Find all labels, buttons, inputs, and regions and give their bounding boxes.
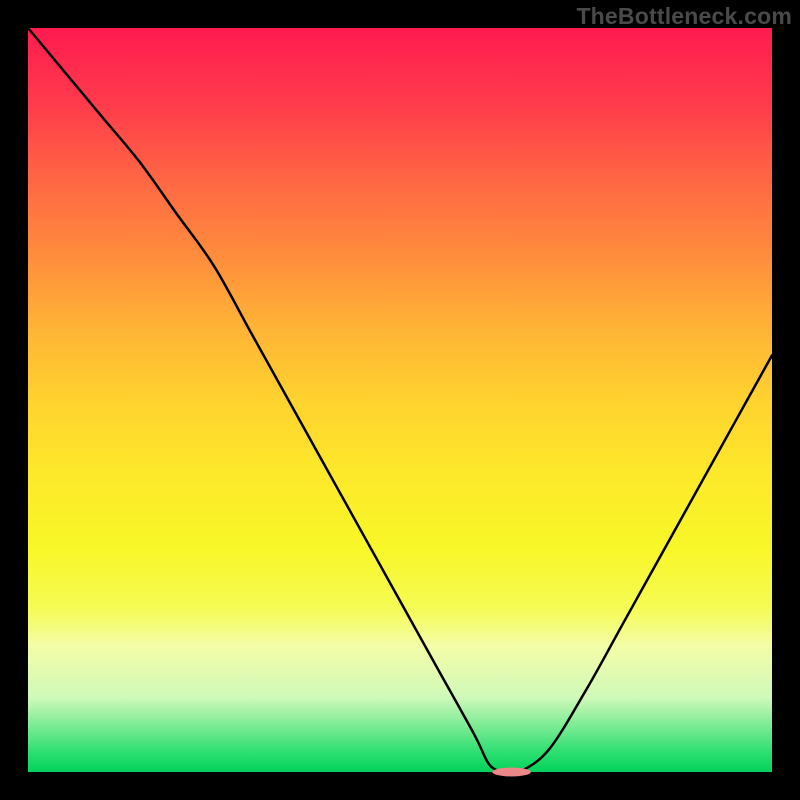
optimum-marker (492, 768, 531, 777)
chart-frame: TheBottleneck.com (0, 0, 800, 800)
plot-svg (28, 28, 772, 772)
bottleneck-curve (28, 28, 772, 774)
plot-area (28, 28, 772, 772)
watermark-text: TheBottleneck.com (576, 3, 792, 30)
